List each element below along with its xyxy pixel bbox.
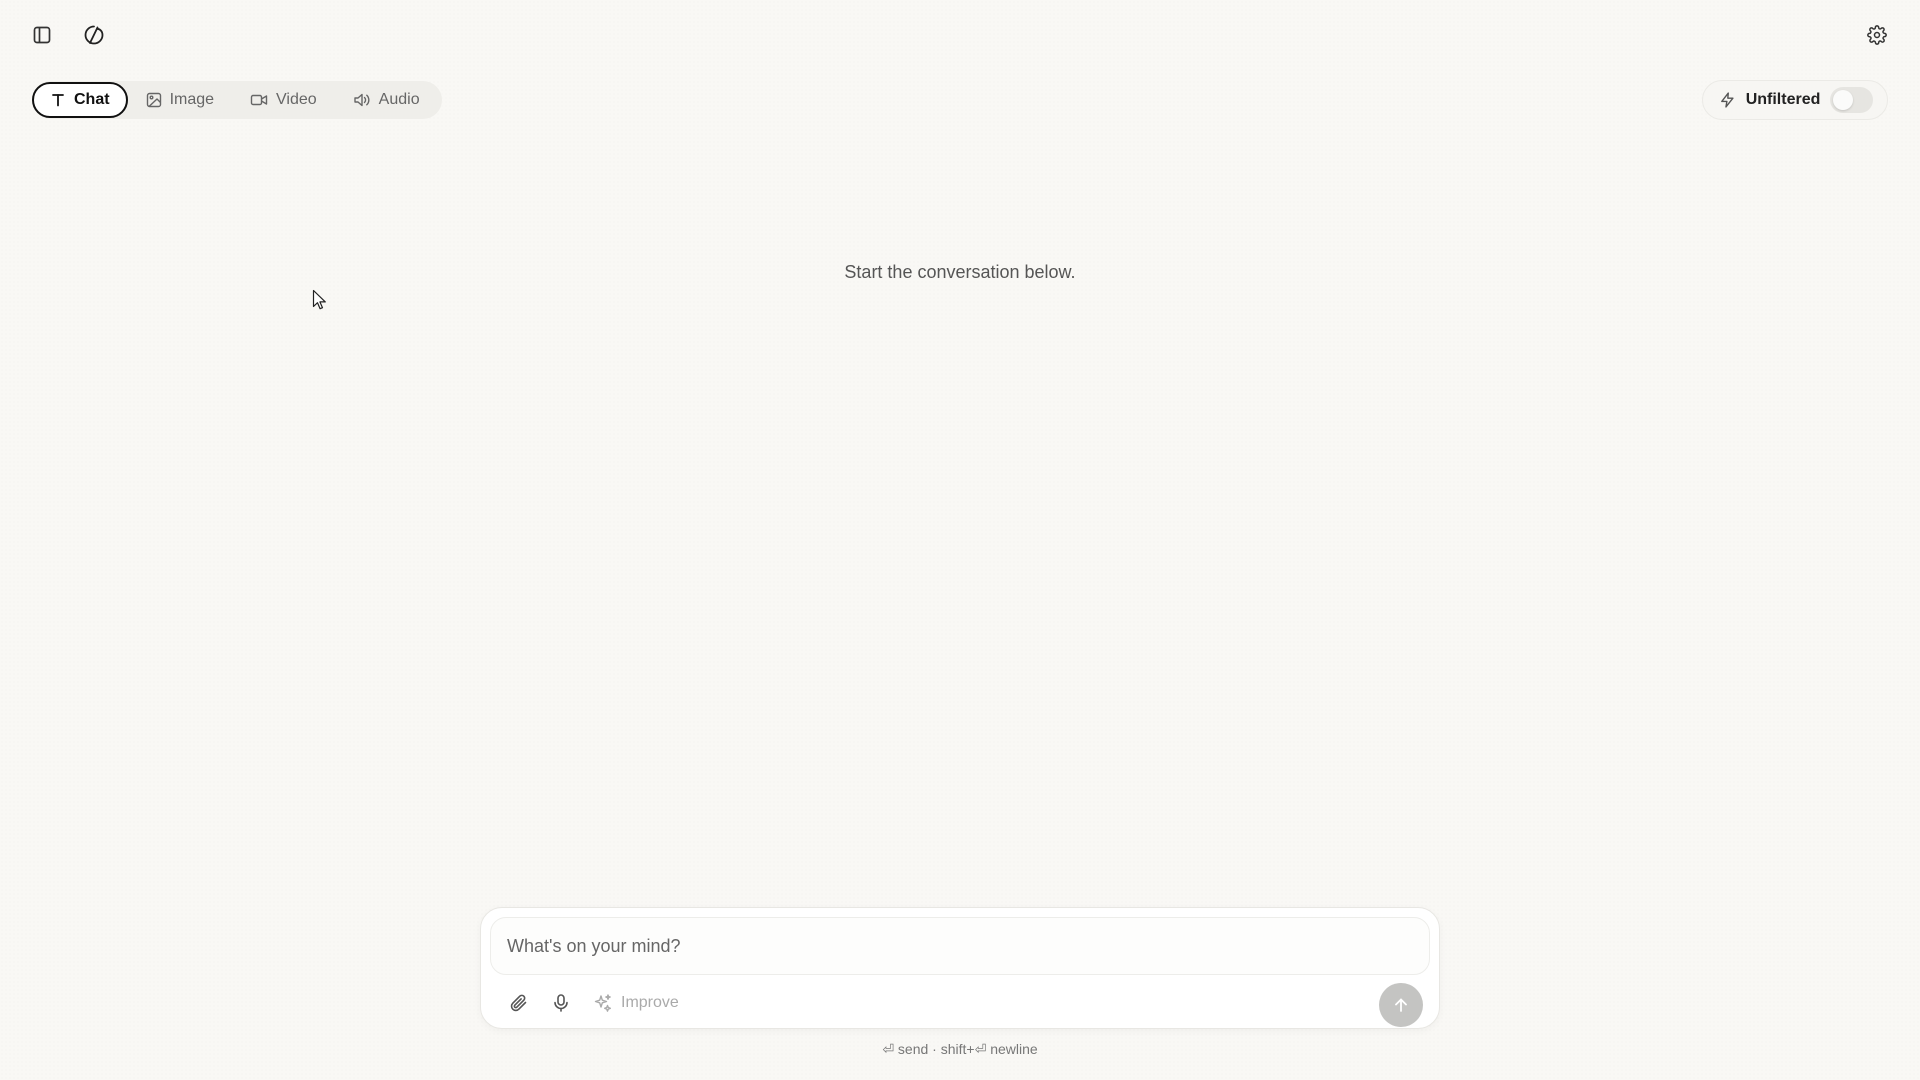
attach-button[interactable] (509, 993, 529, 1013)
unfiltered-label: Unfiltered (1745, 91, 1821, 108)
logo-button[interactable] (76, 17, 112, 53)
tab-chat[interactable]: Chat (32, 82, 128, 118)
improve-prompt-button[interactable]: Improve (593, 993, 679, 1013)
unfiltered-toggle[interactable] (1830, 87, 1873, 113)
paperclip-icon (510, 994, 527, 1012)
microphone-icon (554, 994, 568, 1012)
video-camera-icon (250, 94, 268, 106)
improve-label: Improve (621, 994, 679, 1011)
send-button[interactable] (1379, 983, 1423, 1027)
composer-toolbar: Improve (509, 988, 679, 1018)
voice-input-button[interactable] (551, 993, 571, 1013)
tab-audio-label: Audio (378, 91, 420, 108)
sparkles-icon (594, 994, 611, 1012)
tab-chat-label: Chat (74, 91, 110, 108)
tab-video[interactable]: Video (232, 82, 335, 118)
settings-button[interactable] (1859, 17, 1895, 53)
tab-audio[interactable]: Audio (335, 82, 438, 118)
tab-image-label: Image (169, 91, 215, 108)
speaker-icon (353, 93, 370, 107)
lightning-icon (1721, 92, 1734, 108)
message-input[interactable] (490, 917, 1430, 975)
text-t-icon (52, 94, 64, 107)
image-icon (146, 92, 161, 108)
toggle-knob (1833, 90, 1854, 110)
sidebar-toggle-button[interactable] (24, 17, 60, 53)
unfiltered-control: Unfiltered (1702, 80, 1888, 120)
message-composer: Improve (480, 907, 1440, 1029)
mouse-cursor-icon (312, 289, 326, 310)
empty-state-message: Start the conversation below. (844, 262, 1076, 282)
tab-image[interactable]: Image (128, 82, 232, 118)
brand-swirl-icon (84, 25, 104, 45)
tab-video-label: Video (276, 91, 317, 108)
keyboard-hint: ⏎ send · shift+⏎ newline (882, 1041, 1038, 1057)
arrow-up-icon (1395, 998, 1407, 1012)
gear-icon (1867, 25, 1887, 45)
sidebar-panel-icon (33, 26, 51, 44)
mode-tabs: Chat Image Video Audio (32, 81, 442, 119)
